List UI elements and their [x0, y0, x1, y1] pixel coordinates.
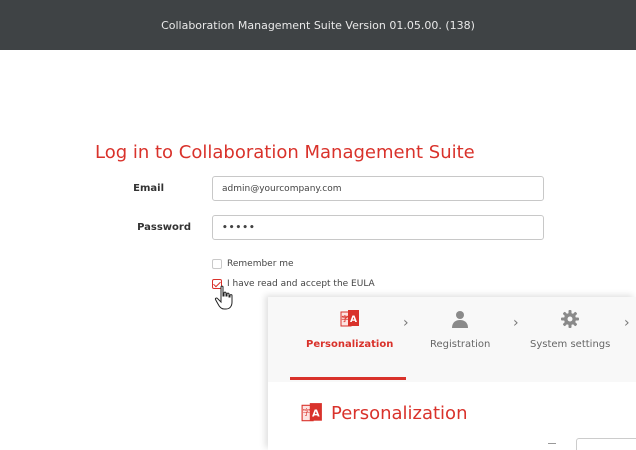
chevron-right-icon: ›: [513, 315, 519, 331]
svg-text:A: A: [350, 315, 357, 325]
email-field[interactable]: [212, 176, 544, 201]
eula-row[interactable]: I have read and accept the EULA: [212, 279, 375, 289]
email-label: Email: [133, 183, 164, 194]
step-personalization[interactable]: A 字 Personalization: [306, 309, 393, 350]
wizard-steps: A 字 Personalization › Registration › Sys…: [268, 297, 636, 382]
step-label: Personalization: [306, 339, 394, 350]
app-header: Collaboration Management Suite Version 0…: [0, 0, 636, 50]
chevron-right-icon: ›: [403, 315, 409, 331]
section-title-text: Personalization: [331, 402, 468, 424]
step-label: System settings: [530, 339, 611, 350]
wizard-content: A 字 Personalization: [268, 382, 636, 450]
svg-text:字: 字: [303, 407, 311, 417]
remember-me-checkbox[interactable]: [212, 259, 222, 269]
login-heading: Log in to Collaboration Management Suite: [95, 142, 475, 163]
eula-label: I have read and accept the EULA: [227, 279, 375, 289]
divider: [548, 443, 556, 444]
section-heading: A 字 Personalization: [301, 402, 467, 424]
partial-input[interactable]: [576, 438, 636, 450]
svg-text:A: A: [312, 408, 320, 419]
language-icon: A 字: [301, 403, 322, 422]
setup-wizard-panel: A 字 Personalization › Registration › Sys…: [268, 297, 636, 450]
password-field[interactable]: [212, 215, 544, 240]
active-step-indicator: [290, 377, 406, 380]
step-label: Registration: [430, 339, 491, 350]
hand-pointer-icon: [214, 285, 233, 310]
remember-me-row[interactable]: Remember me: [212, 259, 294, 269]
language-icon: A 字: [340, 310, 359, 327]
step-system-settings[interactable]: System settings: [530, 309, 610, 350]
version-title: Collaboration Management Suite Version 0…: [161, 18, 475, 32]
remember-me-label: Remember me: [227, 259, 294, 269]
chevron-right-icon: ›: [624, 315, 630, 331]
svg-text:字: 字: [341, 314, 348, 323]
password-label: Password: [137, 222, 191, 233]
step-registration[interactable]: Registration: [430, 309, 490, 350]
user-icon: [452, 311, 469, 328]
gear-icon: [561, 310, 580, 328]
